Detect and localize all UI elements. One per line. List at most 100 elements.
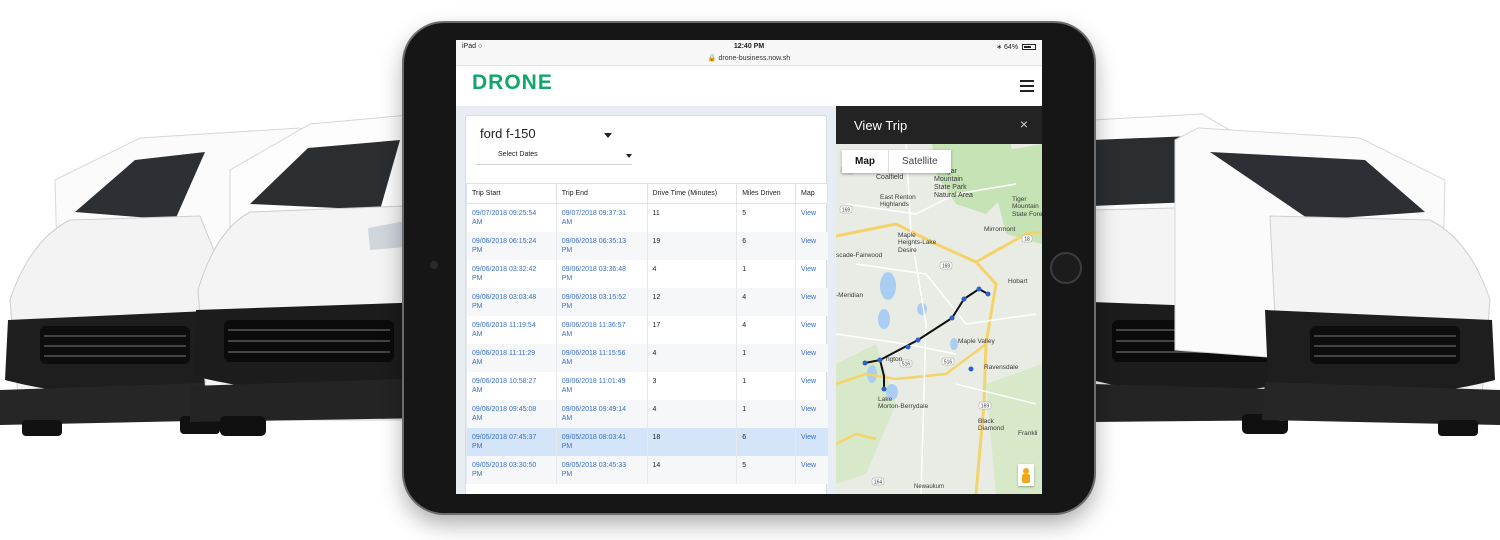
trip-start-cell[interactable]: 09/06/2018 06:15:24 PM: [466, 231, 557, 260]
miles-driven-cell: 5: [736, 203, 796, 232]
trip-start-cell[interactable]: 09/05/2018 07:45:37 PM: [466, 427, 557, 456]
trip-start-cell[interactable]: 09/06/2018 09:45:08 AM: [466, 399, 557, 428]
header-trip-start[interactable]: Trip Start: [466, 183, 557, 204]
view-trip-panel: View Trip × 169 18 516 516 169 169 164 C…: [836, 106, 1042, 494]
map-label-tiger: Tiger Mountain State Forest: [1012, 196, 1042, 218]
trip-end-cell-text: 09/07/2018 09:37:31: [561, 210, 626, 217]
table-row[interactable]: 09/06/2018 11:19:54 AM 09/06/2018 11:36:57…: [466, 315, 828, 344]
drive-time-cell-text: 11: [652, 210, 660, 217]
route-shield: 18: [1024, 237, 1030, 243]
vehicle-select-value: ford f-150: [480, 126, 536, 141]
trip-start-cell[interactable]: 09/06/2018 03:03:48 PM: [466, 287, 557, 316]
close-icon[interactable]: ×: [1020, 116, 1028, 132]
view-map-link[interactable]: View: [795, 371, 828, 400]
trip-start-cell[interactable]: 09/06/2018 11:11:29 AM: [466, 343, 557, 372]
view-map-link[interactable]: View: [795, 343, 828, 372]
trip-map[interactable]: 900 169 18 516 516 169 169: [836, 144, 1042, 494]
trip-start-cell-text: 09/05/2018 03:30:50: [472, 461, 537, 469]
table-row[interactable]: 09/07/2018 09:25:54 AM 09/07/2018 09:37:31…: [466, 203, 828, 232]
table-row[interactable]: 09/05/2018 07:45:37 PM 09/05/2018 08:03:41…: [466, 427, 828, 456]
drive-time-cell-text: 4: [652, 349, 657, 357]
trip-end-cell-text: 09/05/2018 03:45:33: [561, 461, 626, 469]
map-type-toggle: Map Satellite: [842, 150, 951, 173]
trip-start-cell-text: 09/06/2018 10:58:27: [472, 377, 537, 385]
trip-end-cell-text: PM: [561, 470, 573, 478]
app-header: DRONE: [456, 66, 1042, 106]
vehicle-select[interactable]: ford f-150: [480, 126, 612, 146]
header-drive-time[interactable]: Drive Time (Minutes): [646, 183, 738, 204]
table-row[interactable]: 09/06/2018 09:45:08 AM 09/06/2018 09:49:14…: [466, 399, 828, 428]
street-view-pegman-icon[interactable]: [1018, 464, 1034, 486]
trips-area: ford f-150 Select Dates Trip Start Trip …: [456, 106, 836, 494]
table-row[interactable]: 09/05/2018 03:30:50 PM 09/05/2018 03:45:33…: [466, 455, 828, 484]
view-map-link-text: View: [801, 210, 817, 217]
trip-start-cell-text: 09/06/2018 11:11:29: [472, 349, 536, 357]
drive-time-cell-text: 19: [652, 237, 661, 245]
header-miles-driven[interactable]: Miles Driven: [736, 183, 796, 204]
map-label-covington: ngton: [886, 356, 903, 363]
trips-panel: ford f-150 Select Dates Trip Start Trip …: [465, 115, 828, 494]
view-map-link[interactable]: View: [795, 455, 828, 484]
trip-end-cell[interactable]: 09/06/2018 06:35:13 PM: [555, 231, 647, 260]
hamburger-menu-icon[interactable]: [1020, 80, 1034, 92]
view-trip-title: View Trip: [854, 118, 908, 133]
table-row[interactable]: 09/06/2018 06:15:24 PM 09/06/2018 06:35:13…: [466, 231, 828, 260]
dates-select[interactable]: Select Dates: [476, 151, 632, 165]
trip-end-cell[interactable]: 09/06/2018 11:01:49 AM: [555, 371, 647, 400]
drive-time-cell: 17: [646, 315, 737, 344]
address-bar[interactable]: 🔒 drone-business.now.sh: [456, 54, 1042, 62]
trip-end-cell[interactable]: 09/06/2018 09:49:14 AM: [555, 399, 647, 428]
trip-start-cell-text: AM: [472, 219, 483, 226]
map-label-hobart: Hobart: [1008, 278, 1028, 285]
trip-end-cell-text: 09/05/2018 08:03:41: [561, 433, 626, 441]
trip-end-cell[interactable]: 09/06/2018 03:15:52 PM: [555, 287, 647, 316]
drive-time-cell-text: 12: [652, 293, 661, 301]
trip-end-cell[interactable]: 09/07/2018 09:37:31 AM: [555, 203, 647, 232]
tab-map[interactable]: Map: [842, 150, 889, 173]
trip-start-cell[interactable]: 09/07/2018 09:25:54 AM: [466, 203, 557, 232]
trip-start-cell[interactable]: 09/06/2018 11:19:54 AM: [466, 315, 557, 344]
miles-driven-cell: 1: [736, 259, 796, 288]
map-label-newaukum: Newaukum: [914, 484, 945, 490]
map-label-maple-heights: Maple Heights-Lake Desire: [898, 232, 937, 254]
tab-satellite[interactable]: Satellite: [889, 150, 951, 173]
url-text: drone-business.now.sh: [718, 55, 791, 62]
view-map-link[interactable]: View: [795, 315, 828, 344]
drive-time-cell: 4: [646, 343, 737, 372]
lake: [950, 338, 958, 350]
view-map-link[interactable]: View: [795, 231, 828, 260]
trip-start-cell[interactable]: 09/06/2018 10:58:27 AM: [466, 371, 557, 400]
header-map[interactable]: Map: [795, 183, 828, 204]
trip-end-cell-text: 09/06/2018 06:35:13: [561, 237, 626, 245]
trip-end-cell[interactable]: 09/05/2018 03:45:33 PM: [555, 455, 647, 484]
drone-logo[interactable]: DRONE: [472, 71, 553, 95]
trip-start-cell[interactable]: 09/05/2018 03:30:50 PM: [466, 455, 557, 484]
battery-percent: 64%: [1004, 44, 1019, 51]
home-button[interactable]: [1050, 252, 1082, 284]
header-trip-end[interactable]: Trip End: [555, 183, 648, 204]
view-map-link[interactable]: View: [795, 203, 828, 232]
table-row[interactable]: 09/06/2018 11:11:29 AM 09/06/2018 11:15:56…: [466, 343, 828, 372]
view-map-link[interactable]: View: [795, 287, 828, 316]
chevron-down-icon: [604, 133, 612, 138]
miles-driven-cell-text: 1: [742, 377, 747, 385]
view-map-link[interactable]: View: [795, 427, 828, 456]
trip-start-cell[interactable]: 09/06/2018 03:32:42 PM: [466, 259, 557, 288]
view-map-link-text: View: [801, 349, 817, 357]
trip-start-cell-text: PM: [472, 470, 483, 478]
trips-table: Trip Start Trip End Drive Time (Minutes)…: [466, 183, 828, 484]
view-map-link[interactable]: View: [795, 259, 828, 288]
table-row[interactable]: 09/06/2018 03:03:48 PM 09/06/2018 03:15:52…: [466, 287, 828, 316]
table-row[interactable]: 09/06/2018 03:32:42 PM 09/06/2018 03:36:48…: [466, 259, 828, 288]
drive-time-cell-text: 4: [652, 265, 657, 273]
trip-start-cell-text: 09/06/2018 03:32:42: [472, 265, 537, 273]
map-label-morton: Lake Morton-Berrydale: [878, 396, 929, 411]
view-map-link[interactable]: View: [795, 399, 828, 428]
trip-end-cell[interactable]: 09/06/2018 11:15:56 AM: [555, 343, 647, 372]
trip-end-cell-text: 09/06/2018 03:15:52: [561, 293, 626, 301]
map-label-cascade-fairwood: scade-Fairwood: [836, 252, 883, 259]
table-row[interactable]: 09/06/2018 10:58:27 AM 09/06/2018 11:01:49…: [466, 371, 828, 400]
trip-end-cell[interactable]: 09/06/2018 03:36:48 PM: [555, 259, 647, 288]
trip-end-cell[interactable]: 09/06/2018 11:36:57 AM: [555, 315, 647, 344]
trip-end-cell[interactable]: 09/05/2018 08:03:41 PM: [555, 427, 647, 456]
